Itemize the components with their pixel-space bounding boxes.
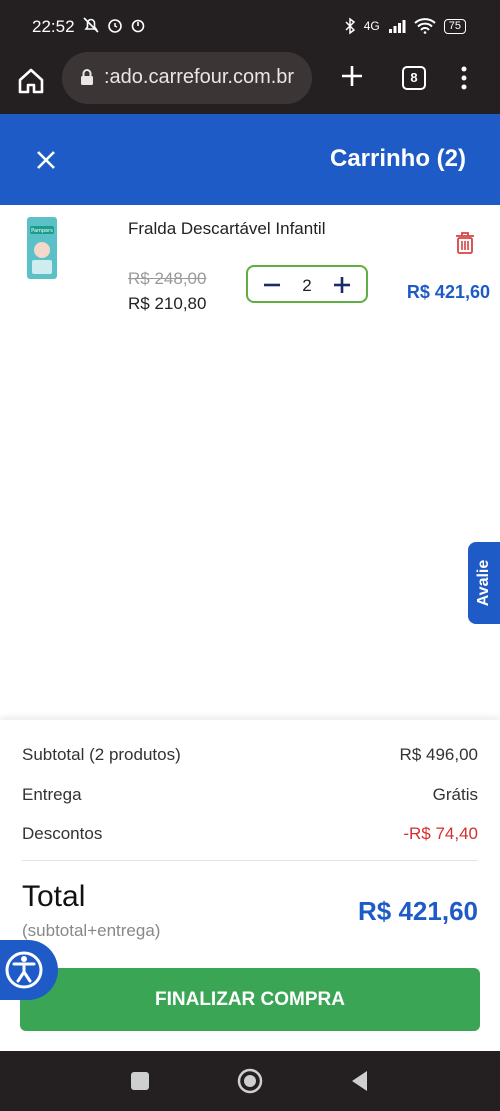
discount-label: Descontos [22, 824, 103, 843]
discount-row: Descontos -R$ 74,40 [22, 824, 478, 844]
signal-icon [388, 20, 406, 33]
status-bar: 22:52 4G 75 [0, 0, 500, 56]
new-tab-icon[interactable] [338, 62, 366, 90]
back-icon[interactable] [349, 1069, 371, 1093]
battery-indicator: 75 [443, 18, 466, 34]
subtotal-label: Subtotal (2 produtos) [22, 745, 181, 764]
browser-toolbar: :ado.carrefour.com.br 8 [0, 52, 500, 114]
original-price: R$ 248,00 [128, 269, 207, 288]
accessibility-icon [5, 951, 43, 989]
wifi-icon [414, 18, 436, 34]
total-label: Total [22, 880, 86, 913]
order-summary: Subtotal (2 produtos) R$ 496,00 Entrega … [0, 720, 500, 1051]
brand-label: Pampers [31, 228, 53, 234]
close-icon[interactable] [34, 148, 58, 172]
status-system-icons: 4G 75 [344, 17, 466, 35]
home-nav-icon[interactable] [236, 1067, 264, 1095]
status-time: 22:52 [32, 17, 75, 36]
network-type: 4G [363, 19, 380, 33]
cart-header: Carrinho (2) [0, 114, 500, 205]
checkout-button[interactable]: FINALIZAR COMPRA [20, 968, 480, 1031]
product-name[interactable]: Fralda Descartável Infantil [128, 219, 325, 239]
bluetooth-icon [345, 17, 355, 35]
status-notification-icons [82, 16, 146, 34]
overflow-menu-icon[interactable] [456, 64, 472, 92]
timer-icon [131, 19, 145, 33]
subtotal-row: Subtotal (2 produtos) R$ 496,00 [22, 745, 478, 765]
subtotal-value: R$ 496,00 [399, 745, 478, 764]
page-title: Carrinho (2) [329, 145, 466, 172]
divider [22, 860, 478, 861]
alarm-icon [108, 19, 122, 33]
delivery-label: Entrega [22, 785, 82, 804]
discounted-price: R$ 210,80 [128, 294, 207, 313]
mute-icon [83, 17, 99, 33]
quantity-stepper: 2 [246, 265, 368, 303]
item-line-total: R$ 421,60 [406, 282, 490, 302]
total-value: R$ 421,60 [358, 896, 478, 926]
delivery-value: Grátis [432, 785, 478, 804]
lock-icon [81, 69, 93, 85]
total-subtext: (subtotal+entrega) [22, 921, 161, 940]
plus-icon[interactable] [332, 275, 352, 295]
accessibility-button[interactable] [0, 940, 58, 1000]
home-icon[interactable] [16, 66, 46, 96]
address-bar[interactable]: :ado.carrefour.com.br [62, 52, 312, 104]
discount-value: -R$ 74,40 [403, 824, 478, 843]
feedback-tab-label: Avalie [475, 559, 492, 607]
trash-icon[interactable] [454, 231, 476, 255]
delivery-row: Entrega Grátis [22, 785, 478, 805]
system-nav-bar [0, 1051, 500, 1111]
recents-icon[interactable] [131, 1072, 149, 1090]
product-thumbnail[interactable]: Pampers [26, 216, 58, 280]
url-text: :ado.carrefour.com.br [104, 66, 295, 88]
feedback-tab[interactable]: Avalie [468, 542, 500, 624]
cart-item: Pampers Fralda Descartável Infantil R$ 2… [0, 205, 500, 325]
tab-switcher-button[interactable]: 8 [402, 66, 426, 90]
